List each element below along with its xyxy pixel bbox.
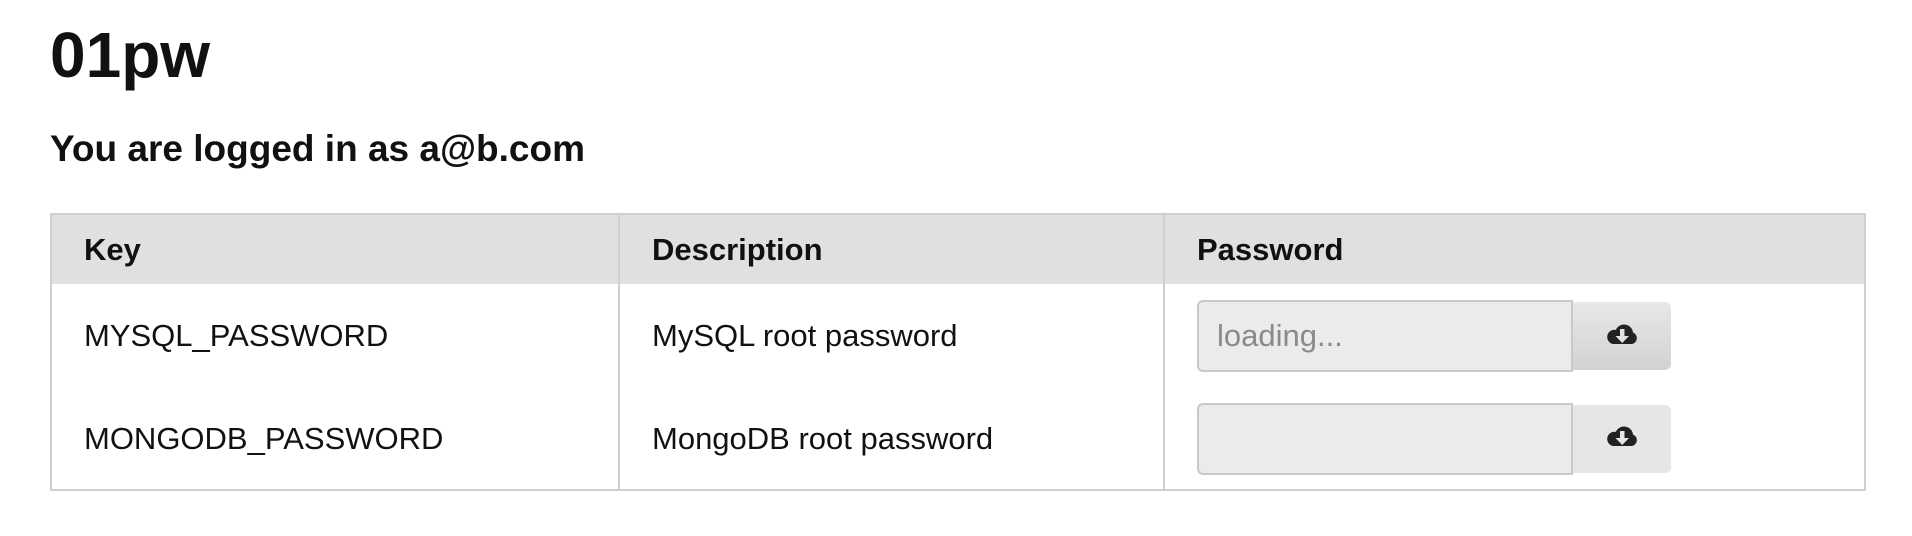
cloud-download-icon — [1604, 320, 1640, 353]
secrets-table: Key Description Password MYSQL_PASSWORD … — [50, 213, 1866, 491]
table-row: MYSQL_PASSWORD MySQL root password — [51, 284, 1865, 388]
password-input-group — [1197, 402, 1864, 475]
table-row: MONGODB_PASSWORD MongoDB root password — [51, 388, 1865, 490]
key-cell: MYSQL_PASSWORD — [84, 318, 389, 353]
table-header-row: Key Description Password — [51, 214, 1865, 284]
description-cell: MySQL root password — [618, 284, 1164, 388]
password-field[interactable] — [1197, 300, 1573, 372]
login-status-text: You are logged in as a@b.com — [50, 128, 586, 169]
password-cell — [1163, 284, 1865, 388]
column-header-description: Description — [618, 214, 1164, 284]
column-header-key: Key — [51, 214, 619, 284]
password-input-group — [1197, 300, 1864, 372]
page-title: 01pw — [50, 19, 211, 91]
fetch-password-button[interactable] — [1573, 404, 1671, 473]
description-cell: MongoDB root password — [618, 388, 1164, 490]
fetch-password-button[interactable] — [1573, 302, 1671, 370]
column-header-password: Password — [1163, 214, 1865, 284]
key-cell: MONGODB_PASSWORD — [84, 420, 444, 456]
password-cell — [1163, 388, 1865, 490]
page: 01pw You are logged in as a@b.com Key De… — [0, 0, 1912, 536]
password-field[interactable] — [1197, 402, 1573, 475]
cloud-download-icon — [1604, 422, 1640, 455]
